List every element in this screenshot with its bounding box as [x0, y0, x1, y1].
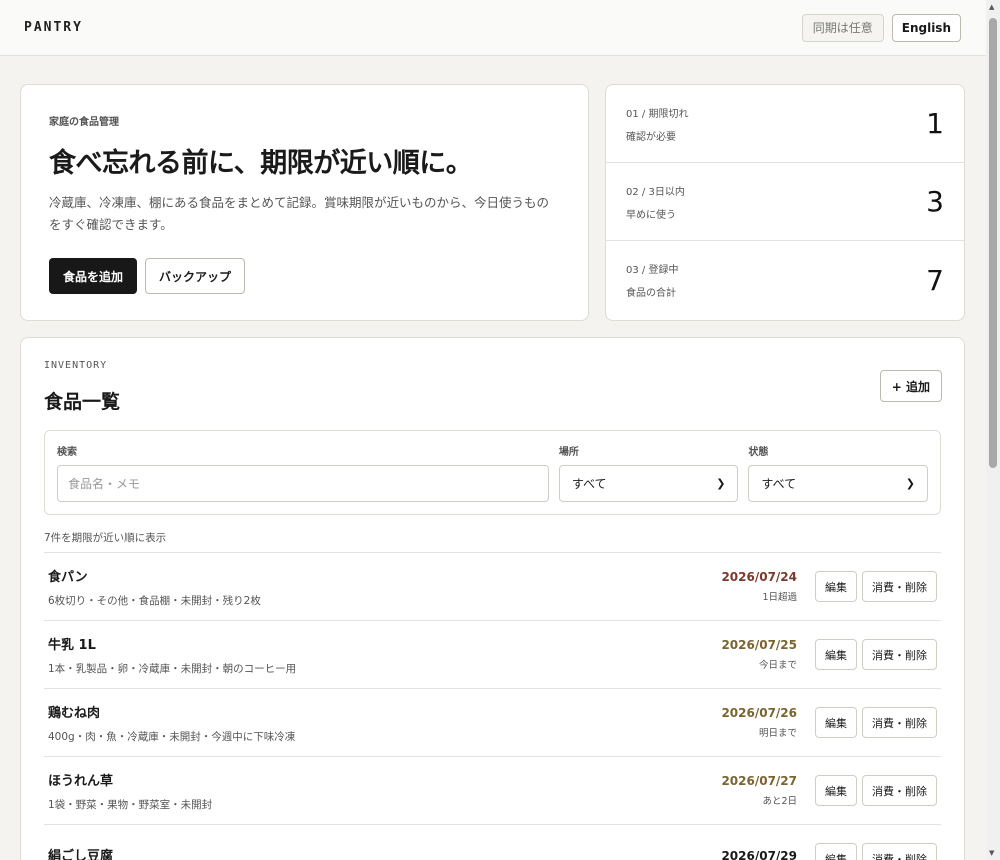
stats-panel: 01 / 期限切れ 確認が必要 1 02 / 3日以内 早めに使う 3 03 /… — [605, 84, 965, 321]
inventory-eyebrow: INVENTORY — [44, 360, 108, 371]
stat-value: 1 — [926, 107, 944, 140]
filter-panel: 検索 場所 すべて ❯ 状態 すべて ❯ — [44, 430, 941, 515]
stat-value: 3 — [926, 185, 944, 218]
food-name: 牛乳 1L — [48, 637, 96, 653]
food-meta: 1本・乳製品・卵・冷蔵庫・未開封・朝のコーヒー用 — [48, 662, 297, 675]
stat-label: 03 / 登録中 — [626, 265, 679, 276]
stat-within-3-days: 02 / 3日以内 早めに使う 3 — [606, 163, 964, 241]
status-select[interactable]: すべて ❯ — [748, 465, 928, 502]
stat-value: 7 — [926, 263, 944, 297]
chevron-down-icon: ❯ — [716, 477, 726, 490]
edit-button[interactable]: 編集 — [815, 843, 857, 860]
consume-delete-button[interactable]: 消費・削除 — [862, 843, 937, 860]
food-expiry-date: 2026/07/24 — [721, 570, 797, 584]
food-row: 食パン 6枚切り・その他・食品棚・未開封・残り2枚 2026/07/24 1日超… — [44, 553, 941, 621]
location-select[interactable]: すべて ❯ — [558, 465, 739, 502]
food-meta: 1袋・野菜・果物・野菜室・未開封 — [48, 798, 213, 811]
food-expiry-note: 明日まで — [758, 728, 797, 739]
edit-button[interactable]: 編集 — [815, 571, 857, 602]
food-name: ほうれん草 — [48, 773, 114, 789]
food-expiry-date: 2026/07/26 — [721, 706, 797, 720]
consume-delete-button[interactable]: 消費・削除 — [862, 707, 937, 738]
stat-registered: 03 / 登録中 食品の合計 7 — [606, 241, 964, 319]
result-count: 7件を期限が近い順に表示 — [44, 532, 167, 544]
food-expiry-date: 2026/07/25 — [721, 638, 797, 652]
search-group: 検索 — [57, 443, 549, 502]
page-scrollbar[interactable]: ▲ ▼ — [986, 0, 1000, 860]
top-bar: PANTRY 同期は任意 English — [0, 0, 986, 56]
stat-sub: 早めに使う — [626, 209, 676, 221]
backup-button[interactable]: バックアップ — [145, 258, 246, 294]
consume-delete-button[interactable]: 消費・削除 — [862, 775, 937, 806]
food-row: 牛乳 1L 1本・乳製品・卵・冷蔵庫・未開封・朝のコーヒー用 2026/07/2… — [44, 621, 941, 689]
chevron-down-icon: ❯ — [905, 477, 915, 490]
scroll-up-arrow-icon[interactable]: ▲ — [989, 3, 994, 11]
stat-label: 01 / 期限切れ — [626, 108, 689, 120]
hero-eyebrow: 家庭の食品管理 — [49, 117, 119, 128]
food-name: 鶏むね肉 — [48, 705, 101, 721]
stat-expired: 01 / 期限切れ 確認が必要 1 — [606, 85, 964, 163]
hero-description: 冷蔵庫、冷凍庫、棚にある食品をまとめて記録。賞味期限が近いものから、今日使うもの… — [49, 195, 550, 232]
stat-label: 02 / 3日以内 — [626, 186, 685, 198]
status-label: 状態 — [748, 447, 769, 458]
edit-button[interactable]: 編集 — [815, 775, 857, 806]
food-row: ほうれん草 1袋・野菜・果物・野菜室・未開封 2026/07/27 あと2日 編… — [44, 757, 941, 825]
food-meta: 6枚切り・その他・食品棚・未開封・残り2枚 — [48, 594, 261, 607]
food-expiry-date: 2026/07/29 — [721, 849, 797, 860]
food-row: 鶏むね肉 400g・肉・魚・冷蔵庫・未開封・今週中に下味冷凍 2026/07/2… — [44, 689, 941, 757]
edit-button[interactable]: 編集 — [815, 707, 857, 738]
hero-card: 家庭の食品管理 食べ忘れる前に、期限が近い順に。 冷蔵庫、冷凍庫、棚にある食品を… — [20, 84, 589, 321]
top-actions: 同期は任意 English — [801, 13, 961, 42]
food-expiry-note: あと2日 — [762, 796, 797, 807]
inventory-add-button[interactable]: + 追加 — [879, 370, 942, 402]
location-group: 場所 すべて ❯ — [558, 443, 739, 502]
food-expiry-note: 1日超過 — [762, 592, 797, 603]
scroll-down-arrow-icon[interactable]: ▼ — [989, 849, 994, 857]
inventory-section: INVENTORY 食品一覧 + 追加 検索 場所 すべて ❯ 状態 すべて ❯… — [20, 337, 965, 860]
hero-actions: 食品を追加 バックアップ — [49, 258, 560, 294]
food-meta: 400g・肉・魚・冷蔵庫・未開封・今週中に下味冷凍 — [48, 730, 296, 743]
brand-logo[interactable]: PANTRY — [24, 20, 83, 35]
status-group: 状態 すべて ❯ — [748, 443, 928, 502]
food-name: 食パン — [48, 569, 88, 585]
stat-sub: 確認が必要 — [626, 131, 676, 143]
food-name: 絹ごし豆腐 — [48, 849, 114, 860]
food-expiry-date: 2026/07/27 — [721, 774, 797, 788]
consume-delete-button[interactable]: 消費・削除 — [862, 571, 937, 602]
inventory-title: 食品一覧 — [44, 391, 121, 413]
sync-button[interactable]: 同期は任意 — [801, 13, 884, 42]
stat-sub: 食品の合計 — [626, 288, 676, 299]
location-select-value: すべて — [571, 477, 607, 491]
search-label: 検索 — [57, 447, 77, 458]
add-food-button[interactable]: 食品を追加 — [49, 258, 138, 294]
location-label: 場所 — [558, 447, 579, 458]
search-input[interactable] — [57, 465, 549, 502]
food-expiry-note: 今日まで — [758, 660, 797, 671]
edit-button[interactable]: 編集 — [815, 639, 857, 670]
status-select-value: すべて — [761, 477, 797, 491]
language-button[interactable]: English — [891, 13, 961, 42]
hero-title: 食べ忘れる前に、期限が近い順に。 — [49, 148, 473, 179]
food-row: 絹ごし豆腐 2026/07/29 編集 消費・削除 — [44, 825, 941, 860]
scrollbar-thumb[interactable] — [989, 18, 997, 468]
consume-delete-button[interactable]: 消費・削除 — [862, 639, 937, 670]
food-list: 食パン 6枚切り・その他・食品棚・未開封・残り2枚 2026/07/24 1日超… — [44, 552, 941, 860]
